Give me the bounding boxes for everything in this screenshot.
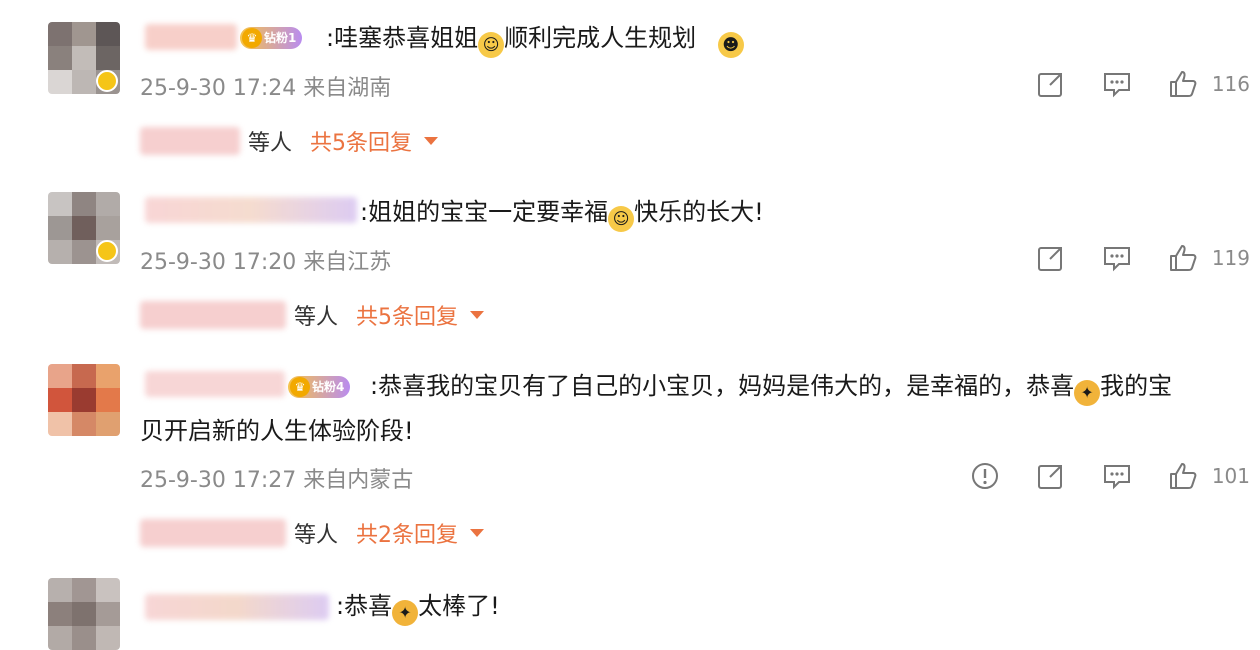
username-blurred[interactable]: [145, 371, 285, 397]
share-button[interactable]: [1036, 243, 1066, 273]
baby-emoji-icon: ☻: [717, 32, 744, 58]
comment-text-part: :姐姐的宝宝一定要幸福: [360, 198, 609, 226]
comment-icon: [1103, 247, 1130, 272]
crown-icon: ♛: [242, 28, 262, 48]
share-button[interactable]: [1036, 461, 1066, 491]
comment-meta: 25-9-30 17:20 来自江苏: [140, 250, 392, 275]
like-count: 119: [1211, 246, 1250, 270]
reply-user-blurred: [140, 301, 286, 329]
reply-users-label: 等人: [294, 305, 339, 330]
reply-user-blurred: [140, 127, 240, 155]
username-blurred[interactable]: [145, 594, 329, 620]
like-button[interactable]: 101: [1168, 461, 1250, 491]
comment-text-part: :恭喜我的宝贝有了自己的小宝贝，妈妈是伟大的，是幸福的，恭喜: [370, 372, 1075, 400]
report-icon: [971, 463, 998, 489]
comment-icon: [1103, 465, 1130, 490]
comment-button[interactable]: [1102, 461, 1132, 491]
like-count: 101: [1211, 464, 1250, 488]
comment-text: :姐姐的宝宝一定要幸福 ☺ 快乐的长大!: [360, 192, 764, 232]
username-blurred[interactable]: [145, 24, 237, 50]
comment-text-part: :恭喜: [336, 592, 393, 620]
comment-icon: [1103, 73, 1130, 98]
comment-text-part: 我的宝: [1100, 372, 1173, 400]
fan-level-badge: ♛ 钻粉1: [240, 27, 303, 49]
thumbs-up-icon: [1169, 463, 1197, 489]
comment-text: :恭喜我的宝贝有了自己的小宝贝，妈妈是伟大的，是幸福的，恭喜 ✦ 我的宝: [370, 366, 1258, 406]
comment-text: :恭喜 ✦ 太棒了!: [336, 586, 500, 626]
vip-badge-icon: [96, 70, 118, 92]
comment-text-line2: 贝开启新的人生体验阶段!: [140, 417, 414, 445]
reply-count-link[interactable]: 共5条回复: [310, 125, 412, 157]
crown-icon: ♛: [290, 377, 310, 397]
replies-summary[interactable]: 等人 共5条回复: [140, 298, 485, 332]
comment-text-part: 太棒了!: [418, 592, 500, 620]
comment-actions: 119: [1000, 242, 1250, 274]
comment-text-part: 顺利完成人生规划: [504, 24, 697, 52]
replies-summary[interactable]: 等人 共5条回复: [140, 124, 439, 158]
comment-button[interactable]: [1102, 243, 1132, 273]
fan-level-badge: ♛ 钻粉4: [288, 376, 351, 398]
like-button[interactable]: 116: [1168, 69, 1250, 99]
vip-badge-icon: [96, 240, 118, 262]
comment-text-part: 快乐的长大!: [634, 198, 764, 226]
party-popper-emoji-icon: ✦: [392, 600, 419, 626]
avatar[interactable]: [48, 22, 120, 94]
comment-actions: 101: [934, 460, 1250, 492]
like-button[interactable]: 119: [1168, 243, 1250, 273]
avatar[interactable]: [48, 192, 120, 264]
avatar[interactable]: [48, 578, 120, 650]
caret-down-icon: [470, 311, 485, 319]
reply-count-link[interactable]: 共2条回复: [356, 517, 458, 549]
comment-meta: 25-9-30 17:24 来自湖南: [140, 76, 392, 101]
share-icon: [1037, 73, 1062, 97]
comment-text: :哇塞恭喜姐姐 ☺ 顺利完成人生规划 ☻: [326, 18, 744, 58]
username-blurred[interactable]: [145, 197, 357, 223]
share-button[interactable]: [1036, 69, 1066, 99]
fan-level-label: 钻粉1: [264, 31, 297, 45]
caret-down-icon: [470, 529, 485, 537]
reply-users-label: 等人: [294, 523, 339, 548]
replies-summary[interactable]: 等人 共2条回复: [140, 516, 485, 550]
party-popper-emoji-icon: ✦: [1074, 380, 1101, 406]
report-button[interactable]: [970, 461, 1000, 491]
reply-count-link[interactable]: 共5条回复: [356, 299, 458, 331]
kiss-emoji-icon: ☺: [478, 32, 505, 58]
share-icon: [1037, 247, 1062, 271]
comment-button[interactable]: [1102, 69, 1132, 99]
kiss-emoji-icon: ☺: [608, 206, 635, 232]
comment-text-part: :哇塞恭喜姐姐: [326, 24, 479, 52]
reply-user-blurred: [140, 519, 286, 547]
reply-users-label: 等人: [248, 131, 293, 156]
fan-level-label: 钻粉4: [312, 380, 345, 394]
thumbs-up-icon: [1169, 245, 1197, 271]
comment-actions: 116: [1000, 68, 1250, 100]
avatar[interactable]: [48, 364, 120, 436]
thumbs-up-icon: [1169, 71, 1197, 97]
caret-down-icon: [424, 137, 439, 145]
comment-meta: 25-9-30 17:27 来自内蒙古: [140, 468, 414, 493]
share-icon: [1037, 465, 1062, 489]
like-count: 116: [1211, 72, 1250, 96]
